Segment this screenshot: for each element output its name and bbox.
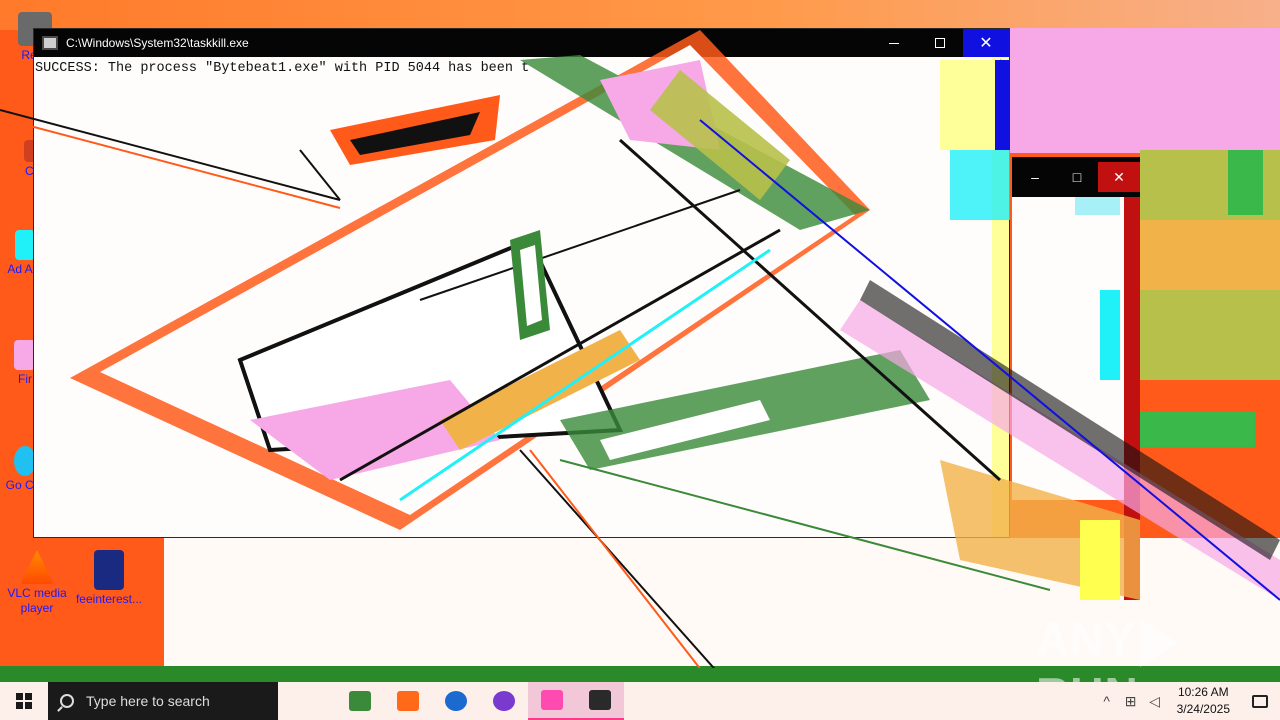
- search-box[interactable]: Type here to search: [48, 682, 278, 720]
- taskbar-app-edge[interactable]: [432, 682, 480, 720]
- minimize-icon: [889, 42, 899, 44]
- play-icon: [1140, 618, 1179, 667]
- desktop-icon-document[interactable]: feeinterest...: [74, 550, 144, 607]
- search-placeholder: Type here to search: [86, 693, 210, 709]
- taskbar: Type here to search ^ ⊞ ◁ 10:26 AM 3/24/…: [0, 682, 1280, 720]
- scroll-up-arrow-icon[interactable]: ▲: [992, 57, 1009, 68]
- system-tray: ^ ⊞ ◁ 10:26 AM 3/24/2025: [1095, 682, 1280, 720]
- edge-icon: [445, 691, 467, 711]
- taskbar-app-firefox[interactable]: [480, 682, 528, 720]
- glitch-block: [1140, 290, 1280, 380]
- taskbar-app-file-explorer[interactable]: [384, 682, 432, 720]
- start-button[interactable]: [0, 682, 48, 720]
- console-title: C:\Windows\System32\taskkill.exe: [66, 36, 249, 50]
- glitch-block: [1010, 28, 1280, 153]
- console-output-line: SUCCESS: The process "Bytebeat1.exe" wit…: [35, 61, 530, 76]
- console-scrollbar[interactable]: ▲: [992, 57, 1009, 537]
- close-icon: ✕: [979, 35, 993, 52]
- taskbar-app-task-view[interactable]: [336, 682, 384, 720]
- clock[interactable]: 10:26 AM 3/24/2025: [1167, 684, 1240, 718]
- taskbar-app-chrome[interactable]: [528, 682, 576, 720]
- notifications-button[interactable]: [1240, 682, 1280, 720]
- desktop-icon-vlc[interactable]: VLC media player: [2, 550, 72, 616]
- console-titlebar[interactable]: C:\Windows\System32\taskkill.exe ✕: [34, 29, 1009, 57]
- task-view-icon: [349, 691, 371, 711]
- file-explorer-icon: [397, 691, 419, 711]
- document-icon: [94, 550, 124, 590]
- acrobat-icon: [15, 230, 35, 260]
- console-icon: [589, 690, 611, 710]
- window-fragment-titlebar[interactable]: – □ ✕: [1012, 157, 1140, 197]
- clock-date: 3/24/2025: [1176, 702, 1230, 716]
- notification-icon: [1252, 694, 1268, 708]
- maximize-button[interactable]: □: [1056, 162, 1098, 192]
- volume-icon[interactable]: ◁: [1143, 682, 1167, 720]
- console-icon: [42, 36, 58, 50]
- chrome-icon: [541, 690, 563, 710]
- vlc-icon: [20, 550, 54, 584]
- glitch-block: [1228, 150, 1263, 215]
- glitch-block: [1140, 412, 1255, 447]
- network-icon[interactable]: ⊞: [1119, 682, 1143, 720]
- minimize-button[interactable]: –: [1014, 162, 1056, 192]
- maximize-button[interactable]: [917, 29, 963, 57]
- close-button[interactable]: ✕: [1098, 162, 1140, 192]
- maximize-icon: [935, 38, 945, 48]
- glitch-block: [1140, 220, 1280, 290]
- desktop-background-top: [0, 0, 1280, 30]
- windows-logo-icon: [16, 693, 32, 709]
- console-window[interactable]: C:\Windows\System32\taskkill.exe ✕ SUCCE…: [33, 28, 1010, 538]
- firefox-icon: [493, 691, 515, 711]
- show-hidden-icons-icon[interactable]: ^: [1095, 682, 1119, 720]
- search-icon: [60, 694, 74, 708]
- clock-time: 10:26 AM: [1177, 685, 1229, 699]
- close-button[interactable]: ✕: [963, 29, 1009, 57]
- taskbar-app-console[interactable]: [576, 682, 624, 720]
- minimize-button[interactable]: [871, 29, 917, 57]
